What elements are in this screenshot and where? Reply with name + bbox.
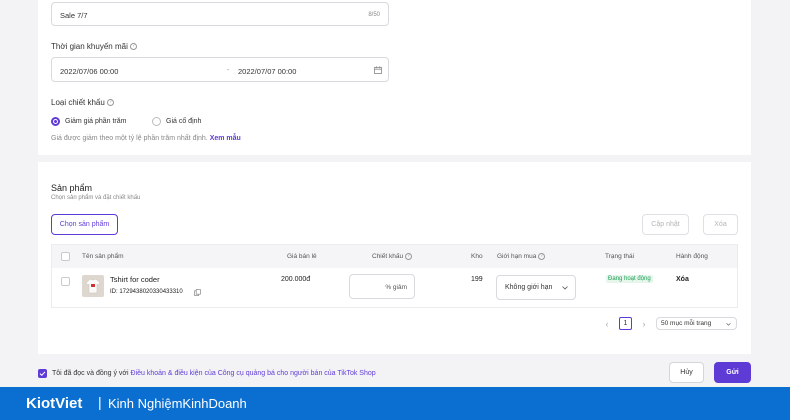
help-icon[interactable]: ? — [129, 43, 137, 51]
column-header: Hành động — [676, 253, 708, 260]
end-date[interactable]: 2022/07/07 00:00 — [238, 67, 296, 76]
discount-type-label-text: Loại chiết khấu — [51, 98, 105, 107]
cancel-button[interactable]: Hủy — [669, 362, 704, 383]
products-title: Sản phẩm — [51, 183, 93, 193]
submit-button[interactable]: Gửi — [714, 362, 751, 383]
pagination-next[interactable]: › — [638, 317, 650, 330]
discount-placeholder: % giảm — [385, 284, 407, 291]
date-separator: - — [227, 67, 230, 74]
update-button[interactable]: Cập nhật — [642, 214, 689, 235]
promotion-settings-card: Sale 7/7 8/50 Thời gian khuyến mãi? 2022… — [38, 0, 751, 155]
column-header-text: Giới hạn mua — [497, 253, 537, 261]
row-checkbox[interactable] — [61, 277, 70, 286]
products-table: Tên sản phẩm Giá bán lẻ Chiết khấu? Kho … — [51, 244, 738, 308]
product-name[interactable]: Tshirt for coder — [110, 275, 160, 284]
promotion-time-label: Thời gian khuyến mãi? — [51, 42, 137, 51]
column-header: Giá bán lẻ — [287, 253, 317, 260]
agreement-prefix: Tôi đã đọc và đồng ý với — [52, 370, 129, 377]
discount-type-label: Loại chiết khấu? — [51, 98, 114, 107]
help-icon[interactable]: ? — [405, 253, 413, 260]
column-header: Trạng thái — [605, 253, 635, 260]
terms-link[interactable]: Điều khoản & điều kiện của Công cụ quảng… — [131, 370, 376, 377]
status-badge: Đang hoạt động — [606, 275, 653, 283]
radio-percent-label[interactable]: Giảm giá phần trăm — [65, 118, 126, 125]
brand-bar: KiotViet | Kinh NghiệmKinhDoanh — [0, 387, 790, 420]
select-all-checkbox[interactable] — [61, 252, 70, 261]
page-size-value: 50 mục mỗi trang — [661, 320, 712, 327]
column-header: Kho — [471, 253, 483, 260]
discount-percent-input[interactable]: % giảm — [349, 274, 415, 299]
select-products-button[interactable]: Chọn sản phẩm — [51, 214, 118, 235]
column-header: Giới hạn mua? — [497, 253, 546, 261]
discount-hint-text: Giá được giảm theo một tỷ lệ phần trăm n… — [51, 135, 208, 142]
brand-tagline: Kinh NghiệmKinhDoanh — [108, 396, 247, 411]
radio-percent[interactable] — [51, 117, 60, 126]
product-price: 200.000đ — [281, 276, 311, 283]
purchase-limit-value: Không giới hạn — [505, 284, 553, 291]
bulk-delete-button[interactable]: Xóa — [703, 214, 738, 235]
chevron-down-icon — [562, 286, 568, 290]
brand-logo: KiotViet — [26, 395, 83, 412]
help-icon[interactable]: ? — [106, 99, 114, 107]
radio-fixed-label[interactable]: Giá cố định — [166, 118, 201, 125]
purchase-limit-select[interactable]: Không giới hạn — [496, 275, 576, 300]
chevron-down-icon — [726, 323, 731, 326]
checkmark-icon — [39, 371, 46, 377]
product-stock: 199 — [471, 276, 483, 283]
view-sample-link[interactable]: Xem mẫu — [210, 135, 241, 142]
column-header: Chiết khấu? — [372, 253, 413, 261]
table-header: Tên sản phẩm Giá bán lẻ Chiết khấu? Kho … — [52, 245, 737, 268]
promotion-name-input[interactable]: Sale 7/7 8/50 — [51, 2, 389, 26]
column-header: Tên sản phẩm — [82, 253, 124, 260]
tshirt-icon — [85, 278, 101, 294]
discount-hint: Giá được giảm theo một tỷ lệ phần trăm n… — [51, 135, 241, 142]
date-range-picker[interactable]: 2022/07/06 00:00 - 2022/07/07 00:00 — [51, 57, 389, 82]
help-icon[interactable]: ? — [538, 253, 546, 260]
pagination-prev[interactable]: ‹ — [601, 317, 613, 330]
copy-icon[interactable] — [194, 289, 201, 296]
products-subtitle: Chọn sản phẩm và đặt chiết khấu — [51, 195, 141, 201]
agreement-checkbox[interactable] — [38, 369, 47, 378]
agreement-text: Tôi đã đọc và đồng ý với Điều khoản & đi… — [52, 370, 376, 377]
page-size-select[interactable]: 50 mục mỗi trang — [656, 317, 737, 330]
product-id: ID: 1729438020330433310 — [110, 289, 183, 295]
radio-fixed[interactable] — [152, 117, 161, 126]
promotion-time-label-text: Thời gian khuyến mãi — [51, 42, 128, 51]
product-thumbnail — [82, 275, 104, 297]
brand-divider: | — [98, 394, 102, 410]
products-card: Sản phẩm Chọn sản phẩm và đặt chiết khấu… — [38, 162, 751, 354]
character-counter: 8/50 — [368, 12, 380, 18]
calendar-icon[interactable] — [374, 66, 382, 74]
table-row: Tshirt for coder ID: 1729438020330433310… — [52, 268, 737, 308]
delete-row-link[interactable]: Xóa — [676, 276, 689, 283]
start-date[interactable]: 2022/07/06 00:00 — [60, 67, 118, 76]
promotion-name-value: Sale 7/7 — [60, 11, 88, 20]
pagination-page[interactable]: 1 — [619, 317, 632, 330]
column-header-text: Chiết khấu — [372, 253, 404, 261]
